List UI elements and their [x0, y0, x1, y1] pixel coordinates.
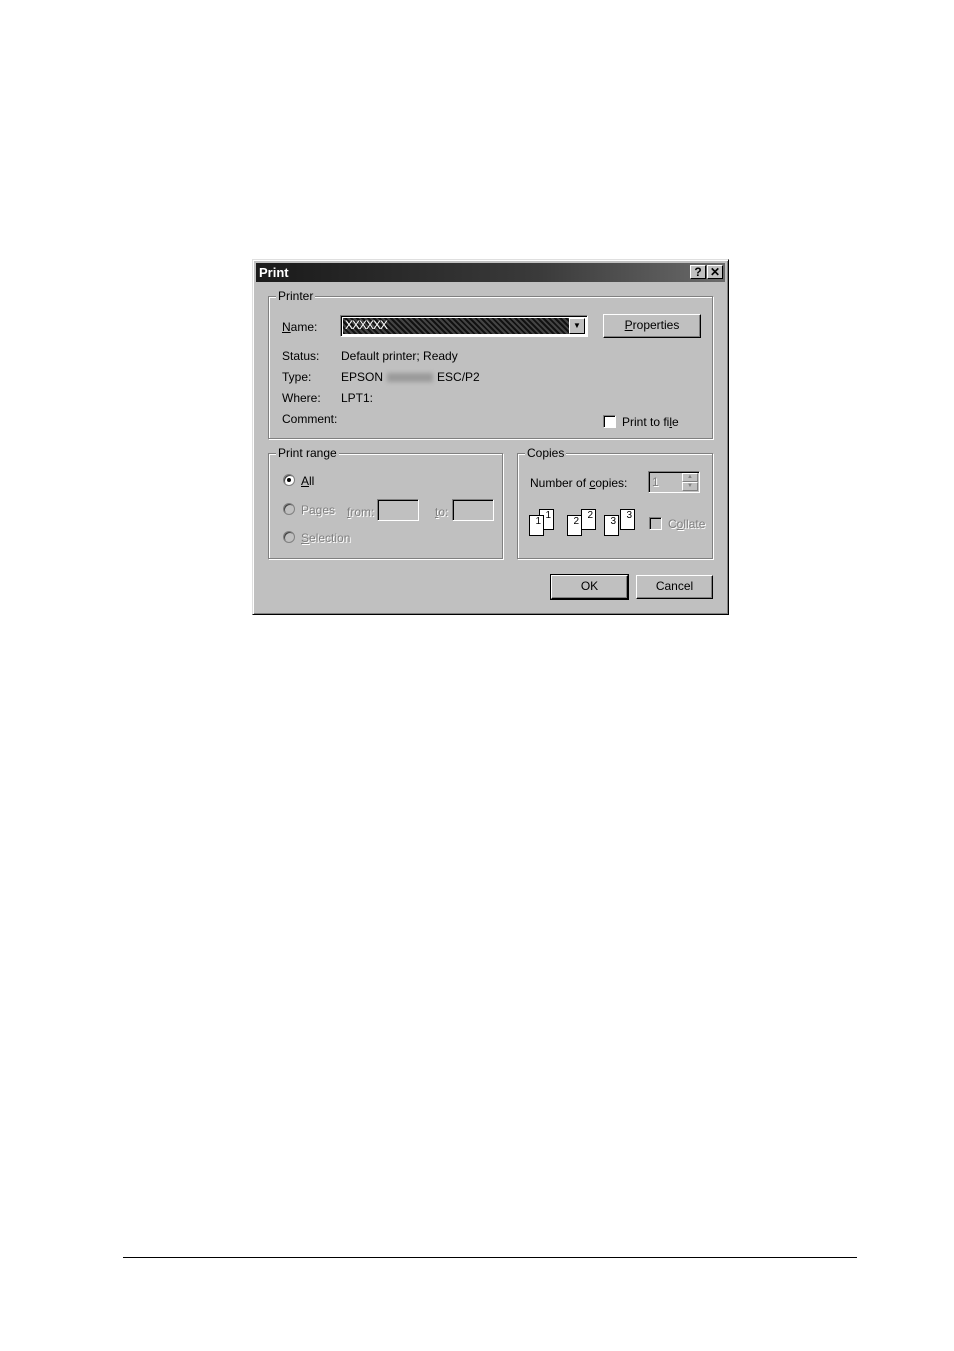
- page-icon: 3: [620, 509, 635, 530]
- print-dialog: Print ? ✕ Printer Name: XXXXXX ▼ Propert…: [252, 259, 729, 615]
- to-label: to:: [435, 505, 449, 519]
- name-label: Name:: [282, 320, 318, 334]
- page-icon: 2: [567, 515, 582, 536]
- copies-group: Copies Number of copies: 1 ▲ ▼ 1 1 2 2 3…: [517, 446, 713, 559]
- from-label: from:: [347, 505, 375, 519]
- spin-down-icon[interactable]: ▼: [682, 482, 698, 491]
- pages-radio[interactable]: [283, 503, 295, 515]
- spinner-arrows[interactable]: ▲ ▼: [682, 473, 698, 491]
- printer-name-combobox[interactable]: XXXXXX ▼: [340, 315, 588, 337]
- all-radio[interactable]: [283, 474, 295, 486]
- dialog-title: Print: [259, 265, 289, 280]
- selection-radio-label[interactable]: Selection: [301, 531, 350, 545]
- close-button[interactable]: ✕: [707, 265, 723, 279]
- properties-button[interactable]: Properties: [603, 314, 701, 338]
- print-range-group: Print range All Pages from: to: Selectio…: [268, 446, 503, 559]
- page-icon: 3: [604, 515, 619, 536]
- help-button[interactable]: ?: [690, 265, 706, 279]
- number-of-copies-label: Number of copies:: [530, 476, 628, 490]
- copies-spinner[interactable]: 1 ▲ ▼: [648, 471, 700, 493]
- printer-name-value: XXXXXX: [343, 318, 569, 334]
- type-value: EPSON ESC/P2: [341, 370, 480, 384]
- comment-label: Comment:: [282, 412, 338, 426]
- page-icon: 1: [529, 515, 544, 536]
- ok-button[interactable]: OK: [550, 574, 629, 600]
- selection-radio[interactable]: [283, 531, 295, 543]
- status-value: Default printer; Ready: [341, 349, 458, 363]
- chevron-down-icon[interactable]: ▼: [569, 318, 585, 334]
- to-page-input[interactable]: [452, 499, 494, 521]
- type-label: Type:: [282, 370, 312, 384]
- printer-group: Printer Name: XXXXXX ▼ Properties Status…: [268, 289, 713, 439]
- cancel-button[interactable]: Cancel: [636, 575, 713, 599]
- title-bar[interactable]: Print ? ✕: [256, 263, 725, 282]
- all-radio-label[interactable]: All: [301, 474, 314, 488]
- pages-radio-label[interactable]: Pages: [301, 503, 335, 517]
- spin-up-icon[interactable]: ▲: [682, 473, 698, 482]
- from-page-input[interactable]: [377, 499, 419, 521]
- status-label: Status:: [282, 349, 320, 363]
- blurred-model: [387, 373, 434, 383]
- print-range-label: Print range: [276, 446, 339, 460]
- collate-checkbox[interactable]: [649, 517, 662, 530]
- print-to-file-checkbox[interactable]: [603, 415, 616, 428]
- page-icon: 2: [581, 509, 596, 530]
- where-label: Where:: [282, 391, 321, 405]
- collate-label[interactable]: Collate: [668, 517, 705, 531]
- copies-value: 1: [652, 475, 659, 489]
- where-value: LPT1:: [341, 391, 374, 405]
- printer-group-label: Printer: [276, 289, 316, 303]
- print-to-file-label[interactable]: Print to file: [622, 415, 679, 429]
- copies-label: Copies: [525, 446, 567, 460]
- footer-rule: [123, 1257, 857, 1258]
